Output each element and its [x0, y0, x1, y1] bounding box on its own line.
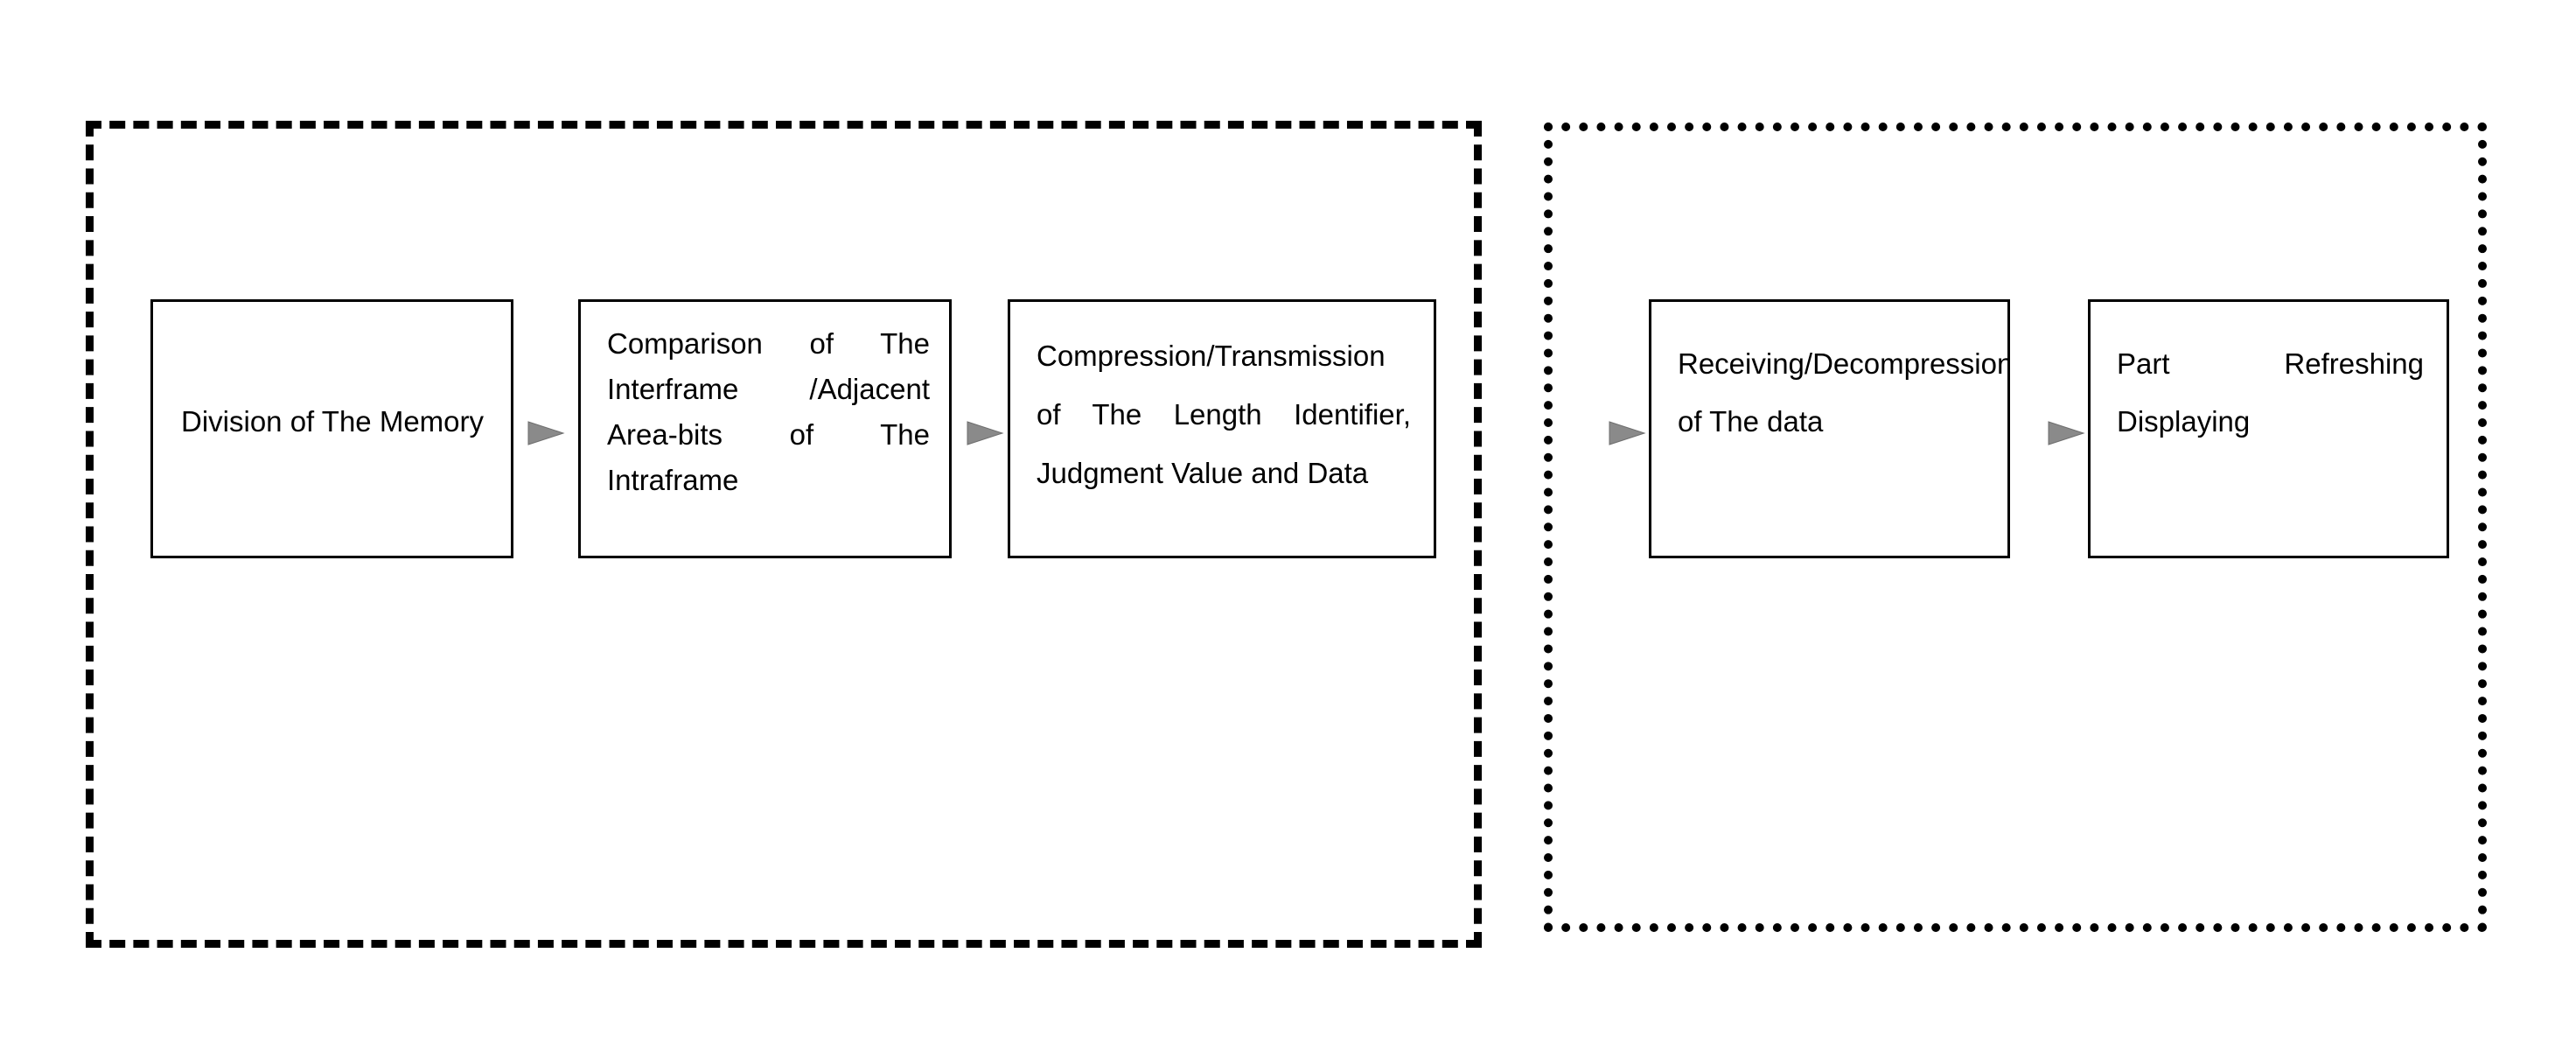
arrow-right-icon	[966, 418, 1004, 448]
process-node-label: Receiving/Decompression of The data	[1678, 347, 2010, 438]
process-node-part-refreshing-displaying[interactable]: Part Refreshing Displaying	[2088, 299, 2449, 558]
process-node-comparison-interframe-adjacent-area-bits[interactable]: Comparison of The Interframe /Adjacent A…	[578, 299, 952, 558]
process-node-receiving-decompression[interactable]: Receiving/Decompression of The data	[1649, 299, 2010, 558]
process-node-compression-transmission-length-identifier[interactable]: Compression/Transmission of The Length I…	[1008, 299, 1436, 558]
diagram-canvas: Division of The Memory Comparison of The…	[0, 0, 2576, 1044]
process-node-division-of-memory[interactable]: Division of The Memory	[150, 299, 513, 558]
process-node-label: Compression/Transmission of The Length I…	[1037, 340, 1411, 489]
arrow-right-icon	[1608, 418, 1646, 448]
process-node-label: Part Refreshing Displaying	[2117, 347, 2424, 438]
arrow-right-icon	[527, 418, 565, 448]
process-node-label: Comparison of The Interframe /Adjacent A…	[607, 327, 930, 496]
process-node-label: Division of The Memory	[181, 405, 485, 438]
arrow-right-icon	[2047, 418, 2085, 448]
